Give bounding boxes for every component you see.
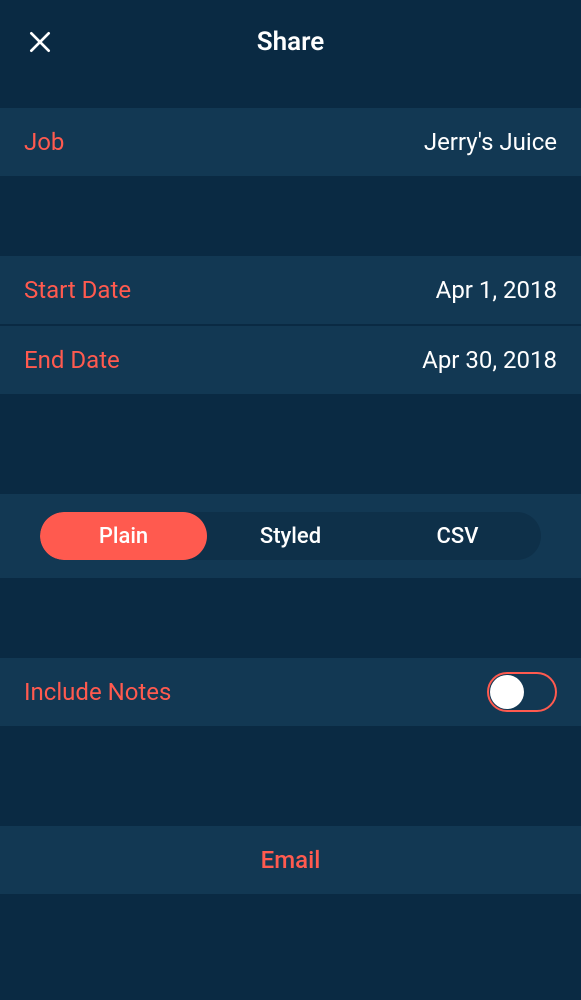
- end-date-value: Apr 30, 2018: [422, 346, 557, 374]
- toggle-knob: [490, 675, 524, 709]
- format-segmented-control: Plain Styled CSV: [40, 512, 541, 560]
- end-date-label: End Date: [24, 346, 120, 374]
- start-date-row[interactable]: Start Date Apr 1, 2018: [0, 256, 581, 324]
- format-segment-styled[interactable]: Styled: [207, 512, 374, 560]
- include-notes-label: Include Notes: [24, 678, 171, 706]
- include-notes-row: Include Notes: [0, 658, 581, 726]
- job-value: Jerry's Juice: [424, 128, 557, 156]
- start-date-label: Start Date: [24, 276, 131, 304]
- start-date-value: Apr 1, 2018: [436, 276, 557, 304]
- close-icon[interactable]: [24, 26, 56, 58]
- job-label: Job: [24, 128, 64, 156]
- page-title: Share: [257, 27, 324, 57]
- email-label: Email: [261, 846, 321, 874]
- email-button[interactable]: Email: [0, 826, 581, 894]
- format-section: Plain Styled CSV: [0, 494, 581, 578]
- header: Share: [0, 0, 581, 84]
- format-segment-csv[interactable]: CSV: [374, 512, 541, 560]
- end-date-row[interactable]: End Date Apr 30, 2018: [0, 326, 581, 394]
- format-segment-plain[interactable]: Plain: [40, 512, 207, 560]
- include-notes-toggle[interactable]: [487, 672, 557, 712]
- job-row[interactable]: Job Jerry's Juice: [0, 108, 581, 176]
